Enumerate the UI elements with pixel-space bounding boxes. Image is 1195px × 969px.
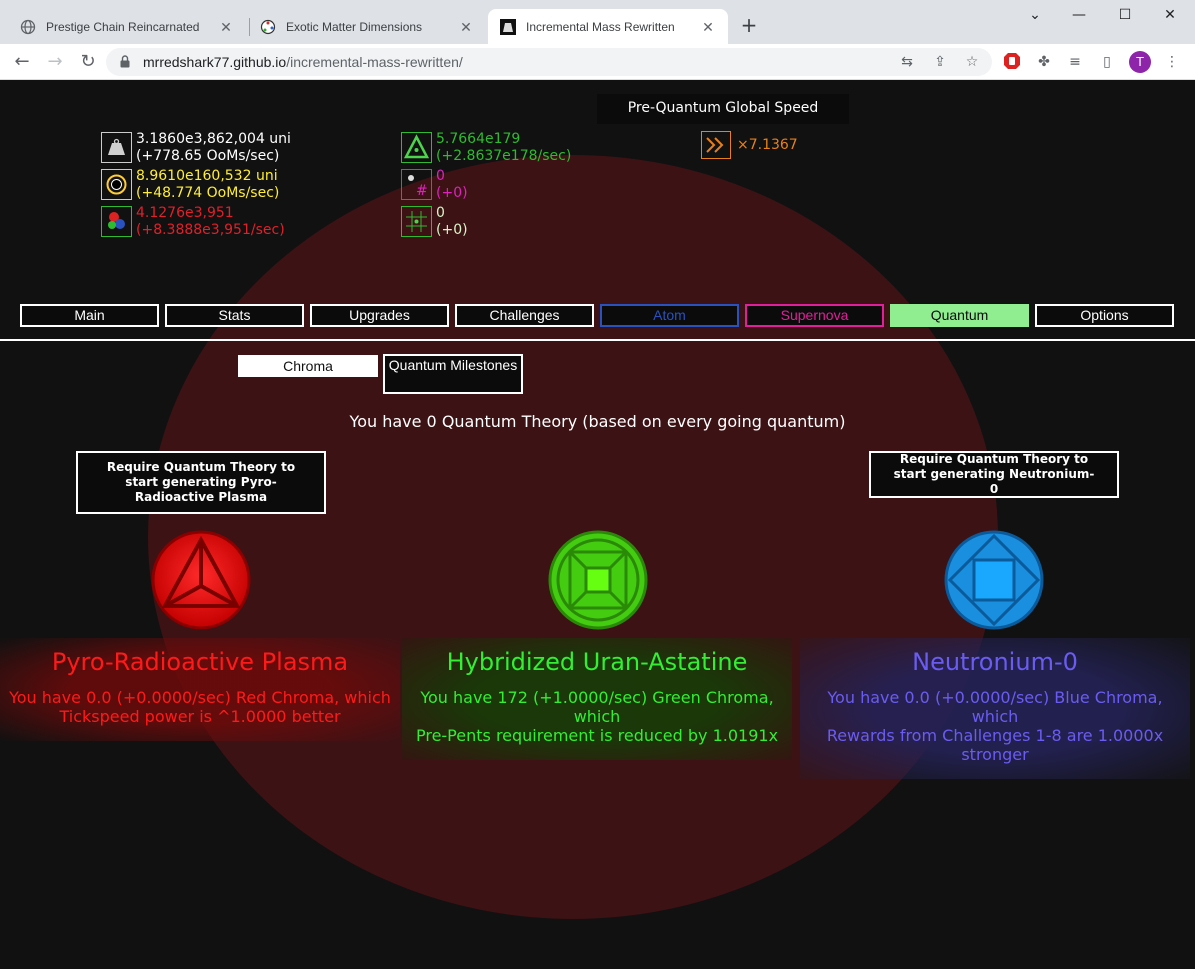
tab-title: Exotic Matter Dimensions bbox=[286, 19, 423, 34]
url-text: mrredshark77.github.io/incremental-mass-… bbox=[143, 54, 463, 70]
resource-black-hole: 8.9610e160,532 uni (+48.774 OoMs/sec) bbox=[101, 168, 301, 202]
profile-avatar[interactable]: T bbox=[1129, 51, 1151, 73]
blue-chroma-desc-line1: You have 0.0 (+0.0000/sec) Blue Chroma, … bbox=[827, 688, 1163, 726]
red-chroma-panel: Pyro-Radioactive Plasma You have 0.0 (+0… bbox=[0, 638, 400, 741]
tab-upgrades[interactable]: Upgrades bbox=[310, 304, 449, 327]
exotic-matter-favicon-icon bbox=[260, 19, 276, 35]
quantum-theory-text: You have 0 Quantum Theory (based on ever… bbox=[349, 412, 846, 431]
lock-icon bbox=[120, 55, 130, 68]
resource-atom: 4.1276e3,951 (+8.3888e3,951/sec) bbox=[101, 205, 301, 239]
triangle-star-icon bbox=[401, 132, 432, 163]
black-hole-icon bbox=[101, 169, 132, 200]
atom-rate: (+8.3888e3,951/sec) bbox=[136, 222, 285, 238]
tab-supernova[interactable]: Supernova bbox=[745, 304, 884, 327]
black-hole-rate: (+48.774 OoMs/sec) bbox=[136, 185, 280, 201]
tab-options[interactable]: Options bbox=[1035, 304, 1174, 327]
side-panel-icon[interactable]: ▯ bbox=[1097, 52, 1117, 72]
green-chroma-panel: Hybridized Uran-Astatine You have 172 (+… bbox=[402, 638, 792, 760]
minimize-icon[interactable]: — bbox=[1064, 4, 1094, 26]
global-speed-title: Pre-Quantum Global Speed bbox=[597, 94, 849, 124]
green-chroma-name: Hybridized Uran-Astatine bbox=[446, 648, 748, 676]
close-tab-icon[interactable]: ✕ bbox=[700, 19, 716, 35]
game-viewport: Pre-Quantum Global Speed ×7.1367 3.1860e… bbox=[0, 81, 1195, 969]
reload-icon[interactable]: ↻ bbox=[76, 50, 100, 74]
menu-kebab-icon[interactable]: ⋮ bbox=[1162, 52, 1182, 72]
supernova-gen-value: 5.7664e179 bbox=[436, 131, 521, 147]
url-host: mrredshark77.github.io bbox=[143, 54, 287, 70]
atom-value: 4.1276e3,951 bbox=[136, 205, 234, 221]
red-chroma-desc-line2: Tickspeed power is ^1.0000 better bbox=[59, 707, 341, 726]
close-window-icon[interactable]: ✕ bbox=[1155, 4, 1185, 26]
blue-chroma-name: Neutronium-0 bbox=[912, 648, 1078, 676]
green-chroma-desc: You have 172 (+1.0000/sec) Green Chroma,… bbox=[402, 688, 792, 745]
blue-chroma-desc-line2: Rewards from Challenges 1-8 are 1.0000x … bbox=[826, 726, 1164, 764]
red-chroma-desc: You have 0.0 (+0.0000/sec) Red Chroma, w… bbox=[0, 688, 400, 726]
close-tab-icon[interactable]: ✕ bbox=[218, 19, 234, 35]
browser-tab-exotic-matter[interactable]: Exotic Matter Dimensions ✕ bbox=[248, 9, 486, 44]
resource-quantum-foam: 0 (+0) bbox=[401, 205, 601, 239]
url-path: /incremental-mass-rewritten/ bbox=[286, 54, 463, 70]
bookmark-star-icon[interactable]: ☆ bbox=[963, 53, 981, 71]
extensions-puzzle-icon[interactable]: ✤ bbox=[1034, 52, 1054, 72]
blue-chroma-panel: Neutronium-0 You have 0.0 (+0.0000/sec) … bbox=[800, 638, 1190, 779]
address-bar[interactable]: mrredshark77.github.io/incremental-mass-… bbox=[106, 48, 992, 76]
quantum-foam-rate: (+0) bbox=[436, 222, 468, 238]
tab-title: Prestige Chain Reincarnated bbox=[46, 19, 200, 34]
grid-foam-icon bbox=[401, 206, 432, 237]
browser-tab-prestige-chain[interactable]: Prestige Chain Reincarnated ✕ bbox=[8, 9, 246, 44]
back-icon[interactable]: ← bbox=[10, 50, 34, 74]
subtab-quantum-milestones[interactable]: Quantum Milestones bbox=[383, 354, 523, 394]
tab-search-icon[interactable]: ⌄ bbox=[1020, 4, 1050, 26]
supernova-gen-rate: (+2.8637e178/sec) bbox=[436, 148, 572, 164]
mass-rate: (+778.65 OoMs/sec) bbox=[136, 148, 280, 164]
tab-title: Incremental Mass Rewritten bbox=[526, 19, 675, 34]
tab-atom[interactable]: Atom bbox=[600, 304, 739, 327]
red-chroma-name: Pyro-Radioactive Plasma bbox=[51, 648, 349, 676]
resource-mass: 3.1860e3,862,004 uni (+778.65 OoMs/sec) bbox=[101, 131, 301, 165]
quantum-foam-value: 0 bbox=[436, 205, 445, 221]
share-icon[interactable]: ⇪ bbox=[931, 53, 949, 71]
adblock-extension-icon[interactable] bbox=[1002, 52, 1022, 72]
globe-icon bbox=[20, 19, 36, 35]
tab-challenges[interactable]: Challenges bbox=[455, 304, 594, 327]
blue-chroma-requirement-button[interactable]: Require Quantum Theory to start generati… bbox=[869, 451, 1119, 498]
nav-divider bbox=[0, 339, 1195, 341]
atom-icon bbox=[101, 206, 132, 237]
global-speed-value: ×7.1367 bbox=[737, 137, 798, 153]
stars-rate: (+0) bbox=[436, 185, 468, 201]
tab-main[interactable]: Main bbox=[20, 304, 159, 327]
browser-toolbar: ← → ↻ mrredshark77.github.io/incremental… bbox=[0, 44, 1195, 80]
tab-quantum[interactable]: Quantum bbox=[890, 304, 1029, 327]
resource-supernova-gen: 5.7664e179 (+2.8637e178/sec) bbox=[401, 131, 601, 165]
green-chroma-desc-line2: Pre-Pents requirement is reduced by 1.01… bbox=[415, 726, 779, 745]
tab-stats[interactable]: Stats bbox=[165, 304, 304, 327]
browser-tab-incremental-mass[interactable]: Incremental Mass Rewritten ✕ bbox=[488, 9, 728, 44]
blue-chroma-desc: You have 0.0 (+0.0000/sec) Blue Chroma, … bbox=[800, 688, 1190, 764]
stars-value: 0 bbox=[436, 168, 445, 184]
forward-icon[interactable]: → bbox=[43, 50, 67, 74]
red-chroma-requirement-button[interactable]: Require Quantum Theory to start generati… bbox=[76, 451, 326, 514]
translate-icon[interactable]: ⇆ bbox=[898, 53, 916, 71]
subtab-chroma[interactable]: Chroma bbox=[238, 355, 378, 377]
new-tab-button[interactable]: + bbox=[738, 15, 760, 37]
maximize-icon[interactable]: ☐ bbox=[1110, 4, 1140, 26]
media-control-icon[interactable]: ≡ bbox=[1065, 52, 1085, 72]
green-chroma-orb-icon[interactable] bbox=[548, 530, 648, 630]
mass-value: 3.1860e3,862,004 uni bbox=[136, 131, 291, 147]
red-chroma-orb-icon[interactable] bbox=[151, 530, 251, 630]
red-chroma-desc-line1: You have 0.0 (+0.0000/sec) Red Chroma, w… bbox=[9, 688, 391, 707]
svg-text:#: # bbox=[416, 183, 428, 199]
browser-tabstrip: Prestige Chain Reincarnated ✕ Exotic Mat… bbox=[0, 0, 1195, 44]
fast-forward-icon bbox=[701, 131, 731, 159]
black-hole-value: 8.9610e160,532 uni bbox=[136, 168, 278, 184]
close-tab-icon[interactable]: ✕ bbox=[458, 19, 474, 35]
weight-icon bbox=[101, 132, 132, 163]
star-hash-icon: # bbox=[401, 169, 432, 200]
green-chroma-desc-line1: You have 172 (+1.0000/sec) Green Chroma,… bbox=[420, 688, 774, 726]
resource-stars: # 0 (+0) bbox=[401, 168, 601, 202]
weight-favicon-icon bbox=[500, 18, 516, 35]
blue-chroma-orb-icon[interactable] bbox=[944, 530, 1044, 630]
